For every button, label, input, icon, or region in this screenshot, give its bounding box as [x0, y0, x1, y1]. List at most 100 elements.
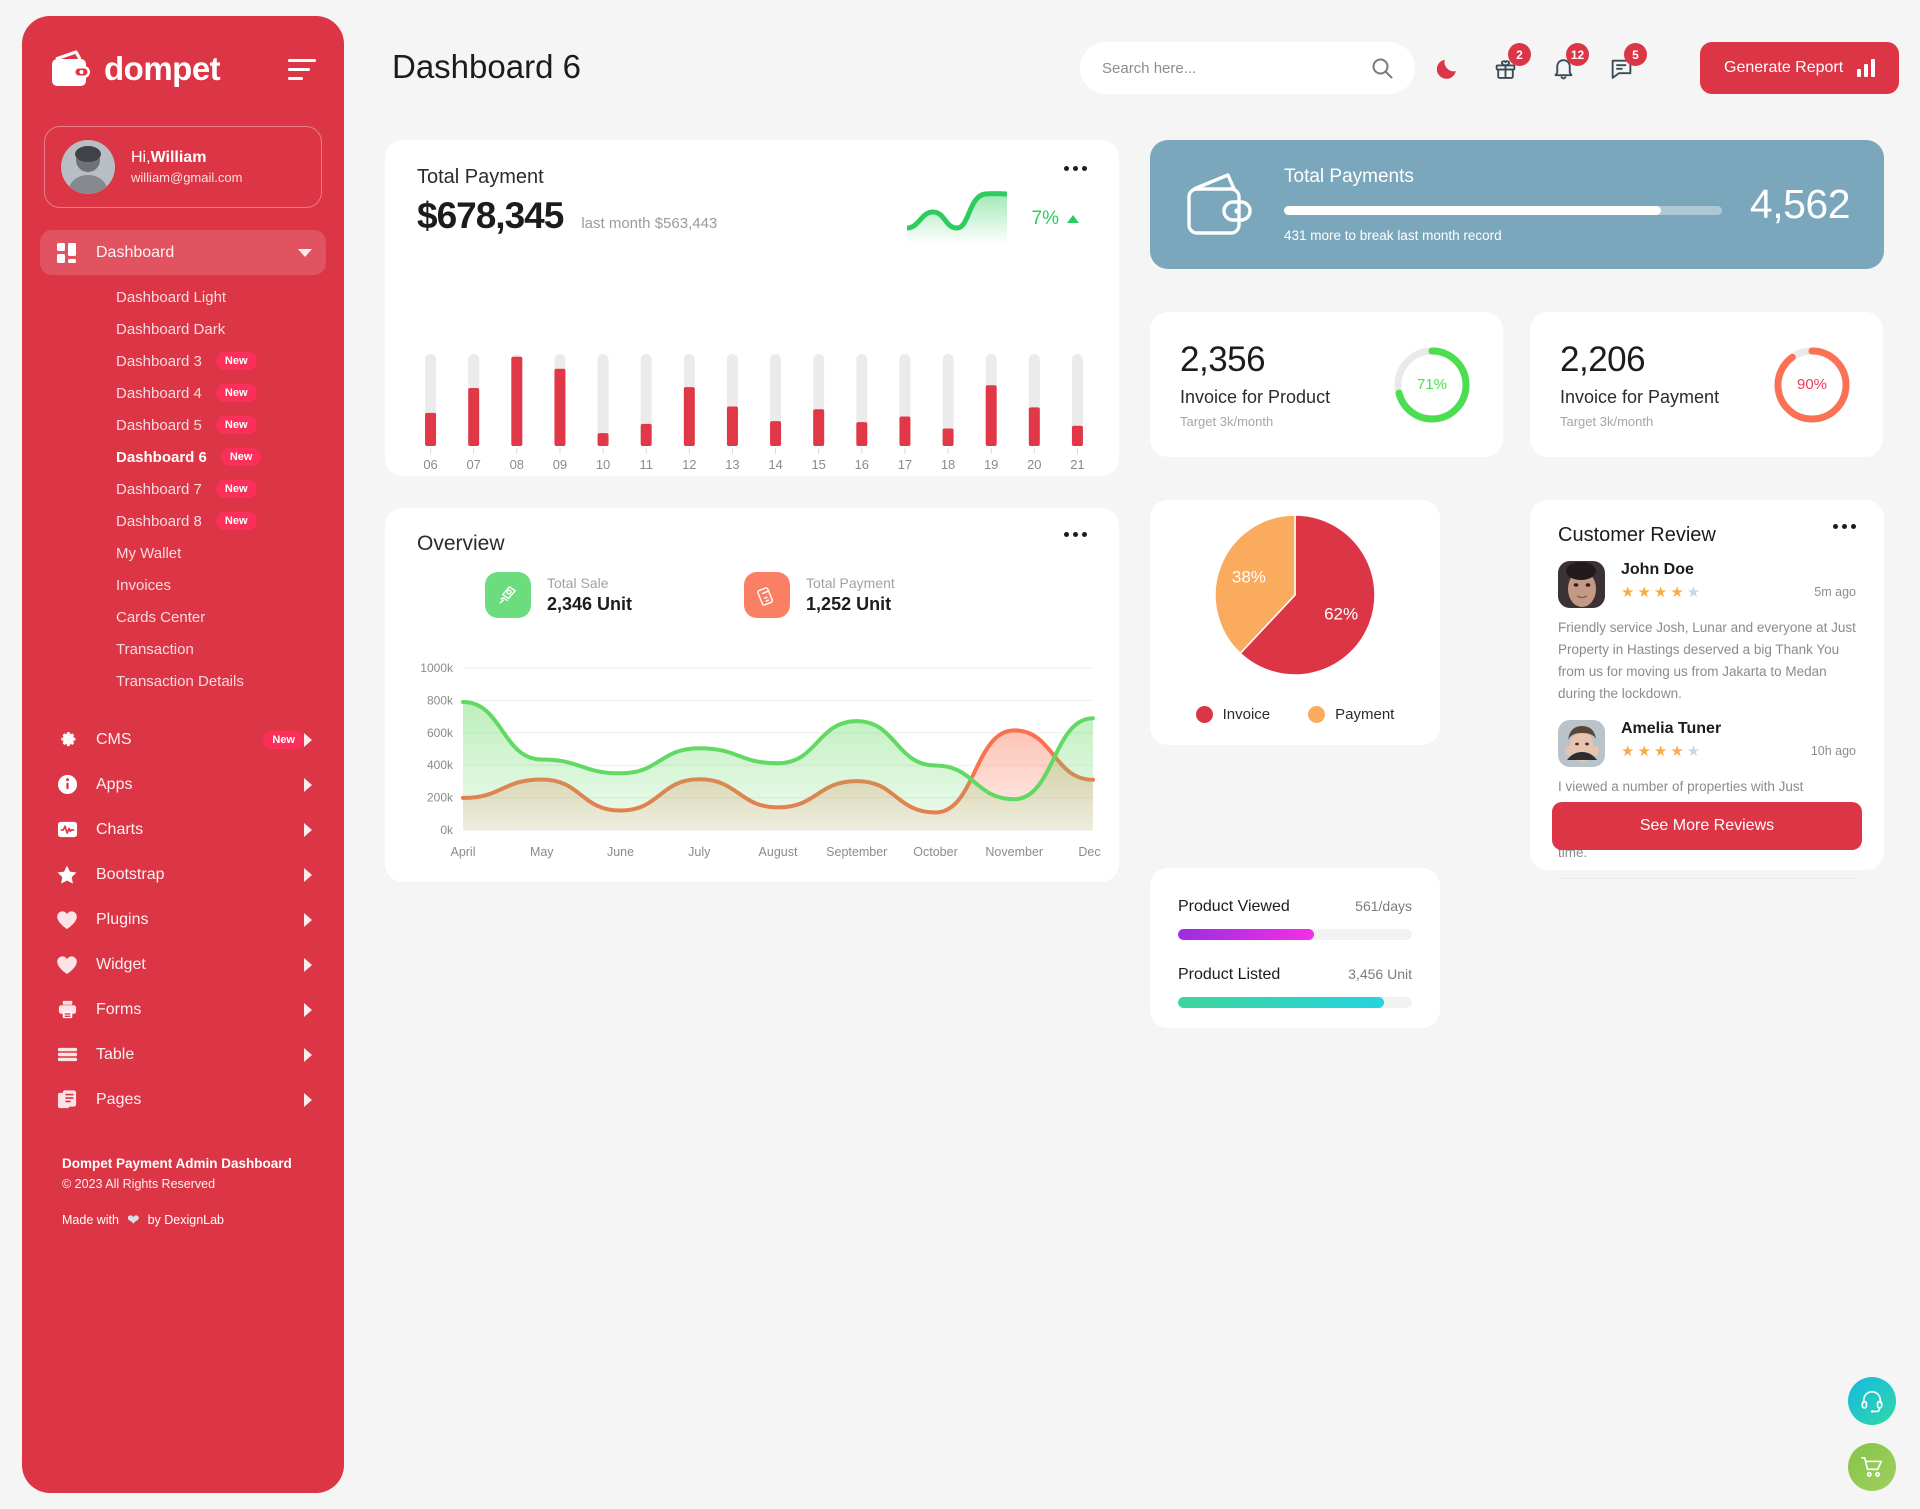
more-icon[interactable]	[1833, 524, 1856, 529]
cart-fab[interactable]	[1848, 1443, 1896, 1491]
see-more-reviews-button[interactable]: See More Reviews	[1552, 802, 1862, 850]
svg-text:17: 17	[898, 457, 912, 470]
svg-text:12: 12	[682, 457, 696, 470]
total-payments-body: Total Payments 431 more to break last mo…	[1284, 166, 1722, 243]
profile-card[interactable]: Hi,William william@gmail.com	[44, 126, 322, 208]
chart-pulse-icon	[54, 819, 80, 841]
sidebar-item-bootstrap[interactable]: Bootstrap	[40, 852, 326, 897]
customer-review-card: Customer Review John Doe ★★★★★ 5m ago Fr…	[1530, 500, 1884, 879]
new-badge: New	[263, 730, 304, 749]
sidebar-item-cms[interactable]: CMS New	[40, 717, 326, 762]
total-payment-trend: 7%	[1032, 208, 1079, 230]
moon-icon[interactable]	[1432, 52, 1462, 84]
search-input[interactable]	[1102, 59, 1371, 77]
svg-text:400k: 400k	[427, 758, 454, 772]
invoice-payment-pie-chart: 62% 38%	[1214, 514, 1376, 676]
more-icon[interactable]	[1064, 166, 1087, 171]
overview-stat-label: Total Sale	[547, 575, 609, 591]
sidebar-subitem-transaction-details[interactable]: Transaction Details	[22, 665, 344, 697]
heart-icon	[54, 909, 80, 931]
svg-text:April: April	[450, 845, 475, 859]
profile-greeting: Hi,William	[131, 149, 207, 167]
total-payments-title: Total Payments	[1284, 166, 1414, 187]
sidebar-subitem-dashboard-6[interactable]: Dashboard 6 New	[22, 441, 344, 473]
grid-icon	[54, 242, 80, 264]
sidebar-subitem-dashboard-7[interactable]: Dashboard 7 New	[22, 473, 344, 505]
svg-text:19: 19	[984, 457, 998, 470]
message-icon[interactable]: 5	[1606, 43, 1647, 84]
sidebar-item-label: Widget	[96, 955, 146, 973]
dashboard-page: dompet Hi,William william@gmail.com Dash…	[0, 0, 1920, 1509]
message-badge: 5	[1624, 43, 1647, 66]
total-payment-percent: 7%	[1031, 208, 1059, 229]
page-title: Dashboard 6	[392, 48, 581, 85]
sidebar-item-forms[interactable]: Forms	[40, 987, 326, 1032]
sidebar-item-widget[interactable]: Widget	[40, 942, 326, 987]
wallet-logo-icon	[50, 50, 92, 88]
invoice-product-value: 2,356	[1180, 340, 1266, 379]
gear-icon	[54, 729, 80, 751]
review-author: John Doe	[1621, 561, 1694, 578]
wallet-icon	[1184, 172, 1256, 238]
triangle-up-icon	[1067, 215, 1079, 223]
svg-text:38%: 38%	[1232, 568, 1266, 587]
sidebar-subitem-dashboard-dark[interactable]: Dashboard Dark	[22, 313, 344, 345]
pages-icon	[54, 1089, 80, 1111]
brand-name: dompet	[104, 50, 221, 87]
table-icon	[54, 1044, 80, 1066]
product-listed-progress	[1178, 997, 1412, 1008]
sidebar-footer-copyright: © 2023 All Rights Reserved	[62, 1177, 216, 1191]
heart-icon	[54, 954, 80, 976]
sidebar-subitem-cards-center[interactable]: Cards Center	[22, 601, 344, 633]
profile-email: william@gmail.com	[131, 170, 243, 186]
sidebar-item-dashboard[interactable]: Dashboard	[40, 230, 326, 275]
overview-title: Overview	[417, 532, 505, 555]
bell-icon[interactable]: 12	[1548, 43, 1589, 84]
new-badge: New	[215, 512, 257, 530]
generate-report-button[interactable]: Generate Report	[1700, 42, 1900, 94]
total-payment-amount-row: $678,345 last month $563,443	[385, 189, 1119, 237]
divider	[1558, 877, 1856, 879]
invoice-payment-percent: 90%	[1796, 376, 1828, 393]
sidebar-subitem-label: Dashboard Dark	[116, 320, 226, 338]
search-box[interactable]	[1080, 42, 1415, 94]
chevron-right-icon	[304, 732, 312, 747]
more-icon[interactable]	[1064, 532, 1087, 537]
gift-icon[interactable]: 2	[1490, 43, 1531, 84]
total-payments-banner: Total Payments 431 more to break last mo…	[1150, 140, 1884, 269]
support-headset-fab[interactable]	[1848, 1377, 1896, 1425]
invoice-payment-inner: 2,206 Invoice for Payment Target 3k/mont…	[1530, 312, 1883, 457]
sidebar-subitem-label: Transaction	[116, 640, 194, 658]
svg-text:August: August	[759, 845, 798, 859]
sidebar-subitem-invoices[interactable]: Invoices	[22, 569, 344, 601]
sidebar-item-label: Bootstrap	[96, 865, 165, 883]
sidebar-item-label: Forms	[96, 1000, 142, 1018]
sidebar-item-charts[interactable]: Charts	[40, 807, 326, 852]
sidebar-item-pages[interactable]: Pages	[40, 1077, 326, 1122]
bell-badge: 12	[1566, 43, 1589, 66]
svg-text:13: 13	[725, 457, 739, 470]
sidebar-item-table[interactable]: Table	[40, 1032, 326, 1077]
review-meta: John Doe ★★★★★	[1621, 561, 1798, 601]
search-icon[interactable]	[1371, 57, 1393, 79]
sidebar-item-apps[interactable]: Apps	[40, 762, 326, 807]
sidebar-subitem-dashboard-light[interactable]: Dashboard Light	[22, 281, 344, 313]
overview-stats: Total Sale 2,346 Unit Total Payment 1,25…	[385, 556, 1119, 618]
overview-area-chart: 0k 200k 400k 600k 800k 1000k April May June July A…	[401, 658, 1101, 868]
sidebar-subitem-my-wallet[interactable]: My Wallet	[22, 537, 344, 569]
chevron-right-icon	[304, 867, 312, 882]
hamburger-icon[interactable]	[288, 58, 316, 80]
pie-legend-label: Payment	[1335, 706, 1395, 723]
sidebar-item-plugins[interactable]: Plugins	[40, 897, 326, 942]
sidebar-subitem-dashboard-3[interactable]: Dashboard 3 New	[22, 345, 344, 377]
total-payments-subtitle: 431 more to break last month record	[1284, 228, 1502, 243]
sidebar-subitem-dashboard-4[interactable]: Dashboard 4 New	[22, 377, 344, 409]
sidebar-subitem-dashboard-5[interactable]: Dashboard 5 New	[22, 409, 344, 441]
invoice-product-target: Target 3k/month	[1180, 414, 1274, 429]
new-badge: New	[215, 416, 257, 434]
card-terminal-icon	[744, 572, 791, 618]
svg-text:June: June	[607, 845, 634, 859]
sidebar-subitem-dashboard-8[interactable]: Dashboard 8 New	[22, 505, 344, 537]
overview-header: Overview	[385, 508, 1119, 556]
sidebar-subitem-transaction[interactable]: Transaction	[22, 633, 344, 665]
